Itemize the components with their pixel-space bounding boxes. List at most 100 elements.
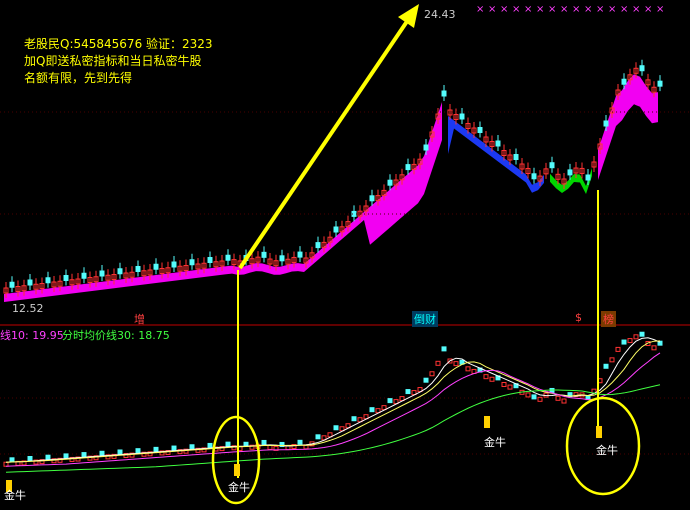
lower-candle-body bbox=[207, 442, 213, 448]
signal-label-1: 金牛 bbox=[4, 489, 26, 502]
lower-candle-body bbox=[3, 461, 9, 467]
ribbon-rising bbox=[4, 102, 442, 302]
top-marker: × bbox=[512, 4, 520, 15]
lower-candle-body bbox=[99, 450, 105, 456]
top-marker: × bbox=[500, 4, 508, 15]
lower-candle-body bbox=[405, 389, 411, 395]
top-marker: × bbox=[608, 4, 616, 15]
lower-candle-body bbox=[435, 360, 441, 366]
lower-candle-body bbox=[501, 381, 507, 387]
top-marker: × bbox=[488, 4, 496, 15]
candle-body bbox=[99, 270, 105, 277]
section-tag-bang: 榜 bbox=[601, 311, 616, 327]
ma10-line bbox=[5, 352, 661, 467]
candle-body bbox=[621, 78, 627, 85]
candle-body bbox=[189, 259, 195, 266]
candle-body bbox=[225, 254, 231, 261]
lower-candle-body bbox=[63, 453, 69, 459]
candle-body bbox=[63, 275, 69, 281]
candle-body bbox=[639, 65, 645, 72]
signal-marker bbox=[234, 464, 240, 476]
lower-candle-body bbox=[603, 363, 609, 369]
lower-candle-body bbox=[153, 446, 159, 452]
lower-candle-body bbox=[9, 457, 15, 463]
candle-body bbox=[405, 164, 411, 171]
candle-body bbox=[423, 144, 429, 151]
candle-body bbox=[153, 263, 159, 270]
lower-candle-body bbox=[135, 448, 141, 454]
candle-body bbox=[567, 169, 573, 176]
ribbon-rebound bbox=[598, 74, 658, 180]
section-tag-zeng: 增 bbox=[134, 313, 145, 326]
candle-body bbox=[297, 251, 303, 258]
candle-body bbox=[513, 154, 519, 160]
candle-body bbox=[81, 272, 87, 279]
candle-body bbox=[9, 281, 15, 288]
signal-label-4: 金牛 bbox=[596, 444, 618, 457]
top-marker: × bbox=[536, 4, 544, 15]
lower-candle-body bbox=[351, 416, 357, 422]
candle-body bbox=[603, 120, 609, 127]
top-marker: × bbox=[644, 4, 652, 15]
stock-chart-window[interactable]: × × × × × × × × × × × × × × × × 老股民Q:545845676 验证：2323 … bbox=[0, 0, 690, 506]
lower-candle-body bbox=[423, 377, 429, 383]
lower-candle-body bbox=[633, 334, 639, 340]
lower-candle-body bbox=[297, 439, 303, 445]
candle-body bbox=[279, 255, 285, 262]
candle-body bbox=[459, 113, 465, 120]
lower-candle-body bbox=[387, 398, 393, 404]
section-tag-dollar: $ bbox=[575, 311, 582, 324]
candle-body bbox=[369, 195, 375, 202]
candle-body bbox=[45, 277, 51, 284]
lower-candle-body bbox=[561, 398, 567, 404]
promo-line-3: 名额有限，先到先得 bbox=[24, 71, 133, 85]
candle-body bbox=[117, 268, 123, 275]
signal-label-2: 金牛 bbox=[228, 481, 250, 494]
lower-candle-body bbox=[639, 331, 645, 337]
candle-body bbox=[261, 251, 267, 258]
top-marker: × bbox=[632, 4, 640, 15]
lower-candle-body bbox=[507, 384, 513, 390]
top-marker: × bbox=[476, 4, 484, 15]
high-price-label: 24.43 bbox=[424, 8, 456, 21]
candle-body bbox=[135, 266, 141, 272]
lower-candle-body bbox=[483, 374, 489, 380]
lower-candle-body bbox=[369, 407, 375, 413]
lower-candle-body bbox=[27, 456, 33, 461]
lower-candle-body bbox=[621, 339, 627, 345]
candle-body bbox=[27, 279, 33, 286]
top-marker: × bbox=[584, 4, 592, 15]
trend-arrow-head bbox=[398, 4, 419, 28]
ma10-legend: 线10: 19.95 bbox=[0, 329, 64, 342]
lower-candle-body bbox=[333, 425, 339, 431]
lower-candle-body bbox=[261, 439, 267, 445]
lower-candle-body bbox=[651, 345, 657, 351]
candle-body bbox=[495, 140, 501, 147]
top-marker: × bbox=[656, 4, 664, 15]
signal-marker bbox=[484, 416, 490, 428]
signal-label-3: 金牛 bbox=[484, 436, 506, 449]
top-marker: × bbox=[596, 4, 604, 15]
lower-candle-body bbox=[81, 452, 87, 458]
ma30-legend: 分时均价线30: 18.75 bbox=[62, 329, 170, 342]
lower-candle-body bbox=[453, 361, 459, 367]
candle-body bbox=[531, 173, 537, 180]
signal-marker bbox=[596, 426, 602, 438]
lower-candle-body bbox=[525, 392, 531, 398]
lower-candle-body bbox=[609, 357, 615, 363]
lower-candle-body bbox=[489, 376, 495, 382]
candle-body bbox=[477, 127, 483, 133]
candle-body bbox=[315, 242, 321, 249]
candle-body bbox=[207, 257, 213, 263]
lower-candle-body bbox=[627, 338, 633, 344]
lower-candle-body bbox=[315, 434, 321, 440]
ribbon-falling-blue bbox=[448, 116, 544, 193]
candle-body bbox=[171, 261, 177, 268]
top-marker: × bbox=[572, 4, 580, 15]
top-marker: × bbox=[620, 4, 628, 15]
promo-line-1: 老股民Q:545845676 验证：2323 bbox=[24, 37, 213, 51]
lower-candle-body bbox=[267, 444, 273, 450]
candle-body bbox=[549, 162, 555, 169]
lower-candle-body bbox=[441, 346, 447, 352]
lower-candle-body bbox=[429, 371, 435, 377]
